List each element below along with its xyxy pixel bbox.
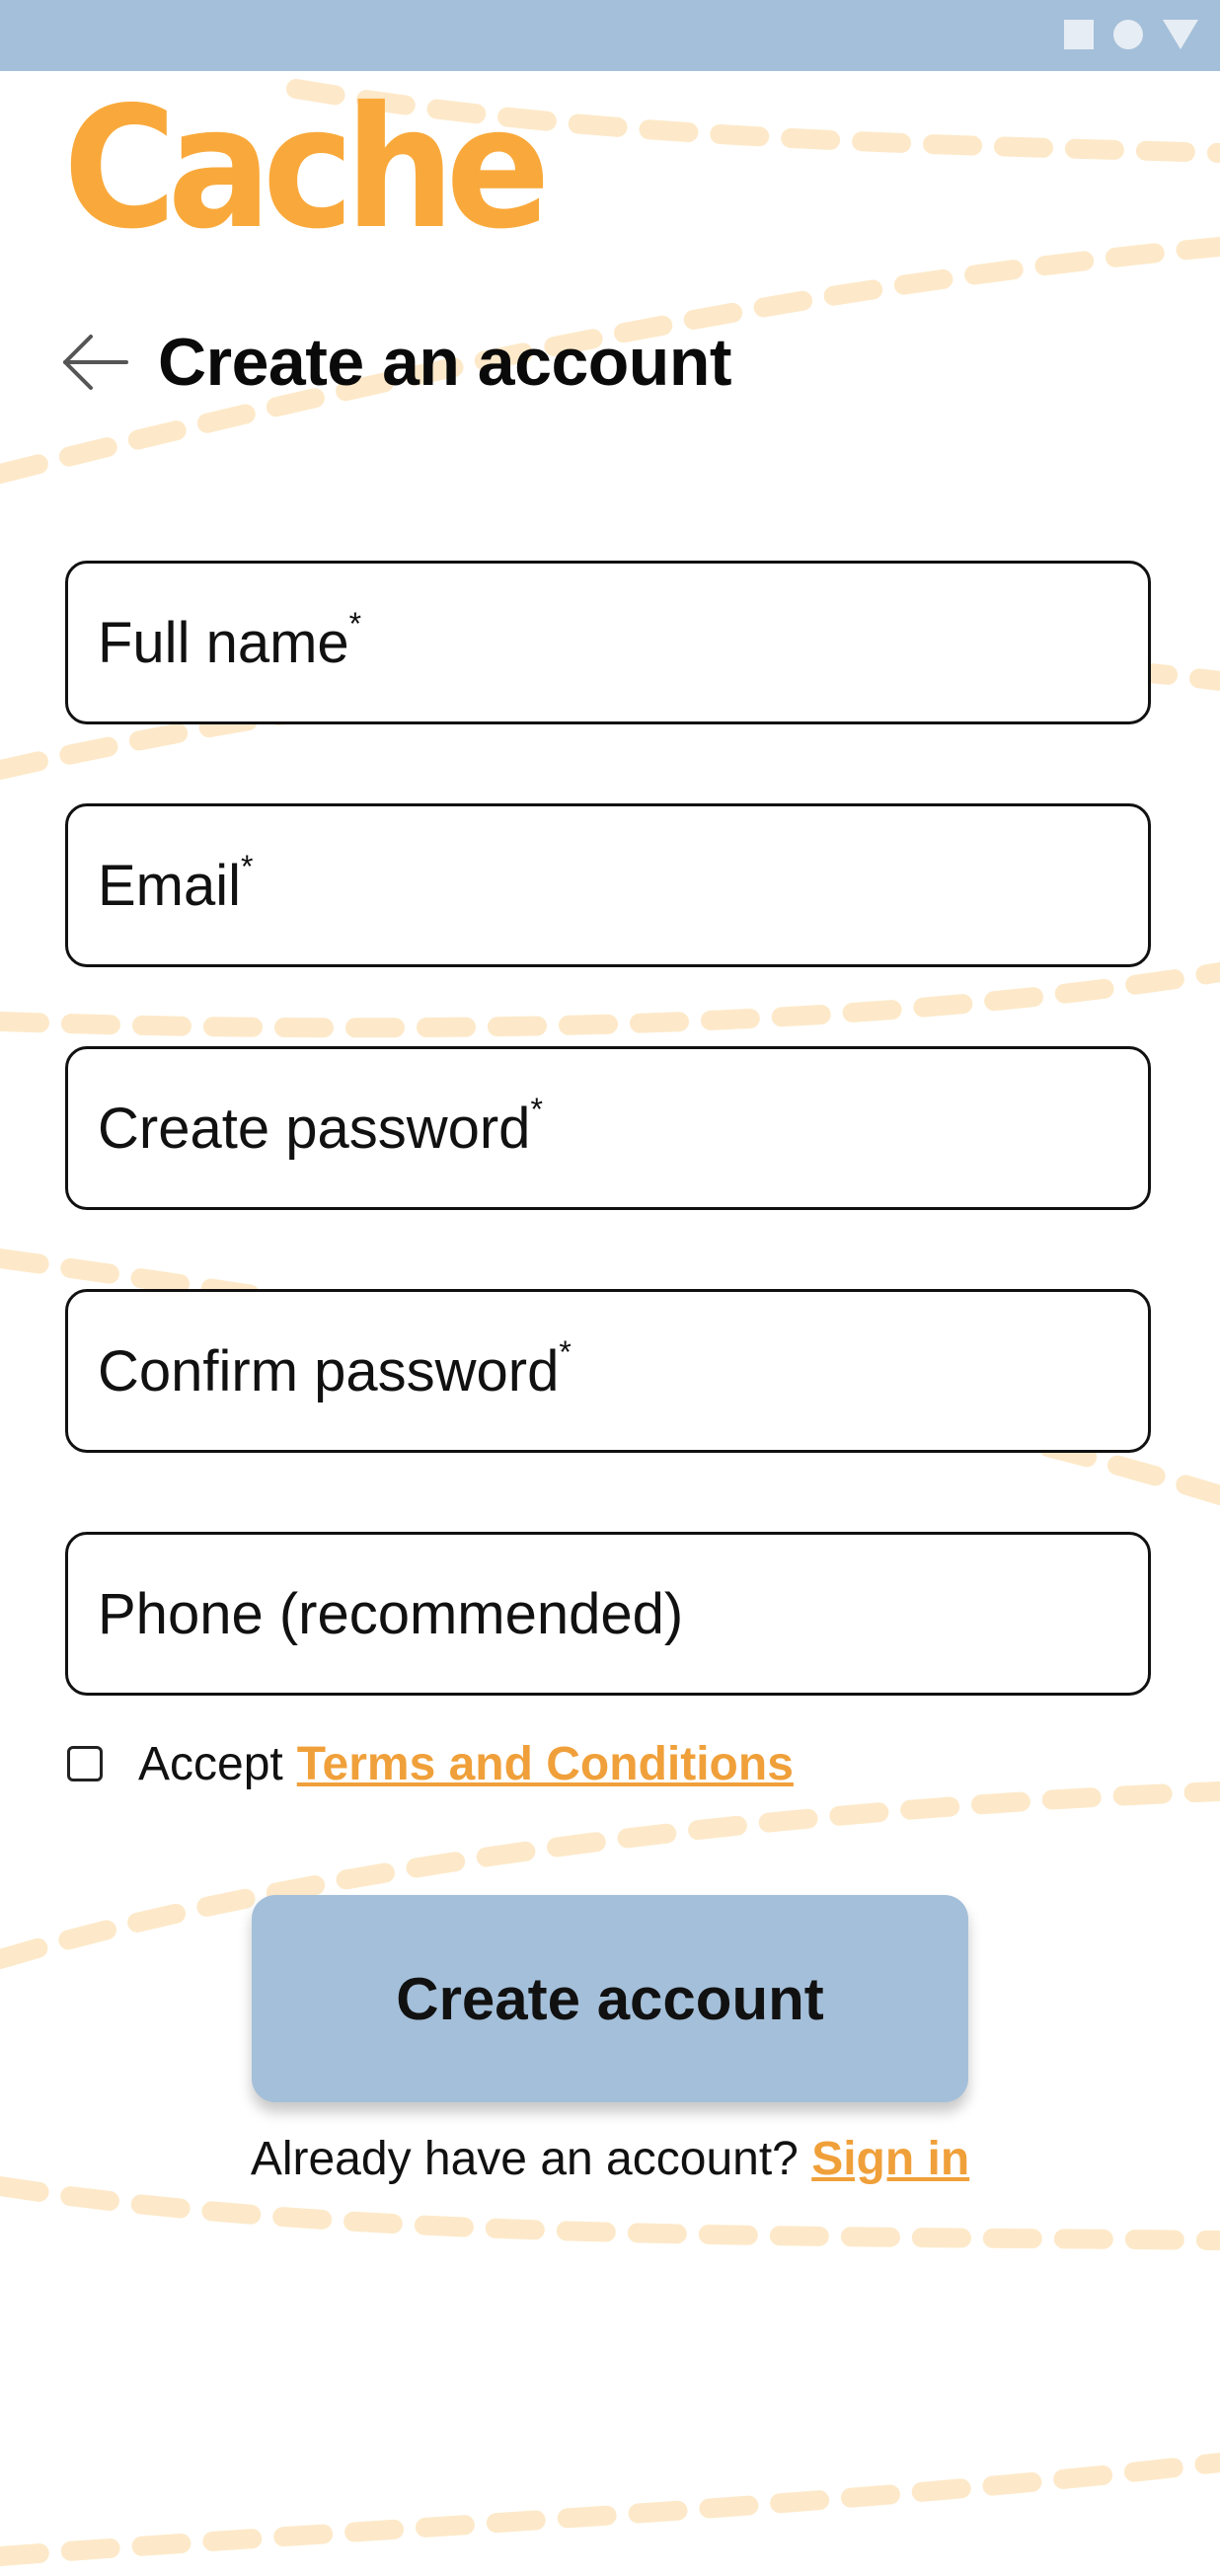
email-field[interactable]: Email*	[65, 803, 1151, 967]
terms-checkbox[interactable]	[67, 1746, 103, 1781]
circle-icon	[1113, 20, 1143, 49]
signin-link[interactable]: Sign in	[811, 2133, 969, 2185]
create-password-field[interactable]: Create password*	[65, 1046, 1151, 1210]
confirm-password-placeholder: Confirm password*	[98, 1333, 572, 1403]
status-icons	[1064, 20, 1198, 49]
status-bar	[0, 0, 1220, 71]
confirm-password-field[interactable]: Confirm password*	[65, 1289, 1151, 1453]
page-header: Create an account	[61, 318, 732, 407]
signin-prompt: Already have an account?	[250, 2133, 799, 2185]
signup-screen: Cache Create an account Full name* Email…	[0, 0, 1220, 2576]
terms-row: Accept Terms and Conditions	[67, 1737, 794, 1791]
page-title: Create an account	[158, 325, 732, 400]
accept-label: Accept	[138, 1737, 283, 1790]
terms-link[interactable]: Terms and Conditions	[297, 1737, 794, 1791]
phone-placeholder: Phone (recommended)	[98, 1581, 684, 1646]
email-placeholder: Email*	[98, 848, 254, 918]
phone-field[interactable]: Phone (recommended)	[65, 1532, 1151, 1696]
create-account-button[interactable]: Create account	[252, 1895, 968, 2102]
square-icon	[1064, 20, 1094, 49]
signin-row: Already have an account? Sign in	[0, 2132, 1220, 2186]
arrow-left-icon[interactable]	[61, 333, 130, 392]
create-password-placeholder: Create password*	[98, 1091, 543, 1161]
full-name-placeholder: Full name*	[98, 605, 362, 675]
app-logo: Cache	[63, 71, 551, 266]
full-name-field[interactable]: Full name*	[65, 561, 1151, 724]
triangle-icon	[1163, 20, 1198, 49]
